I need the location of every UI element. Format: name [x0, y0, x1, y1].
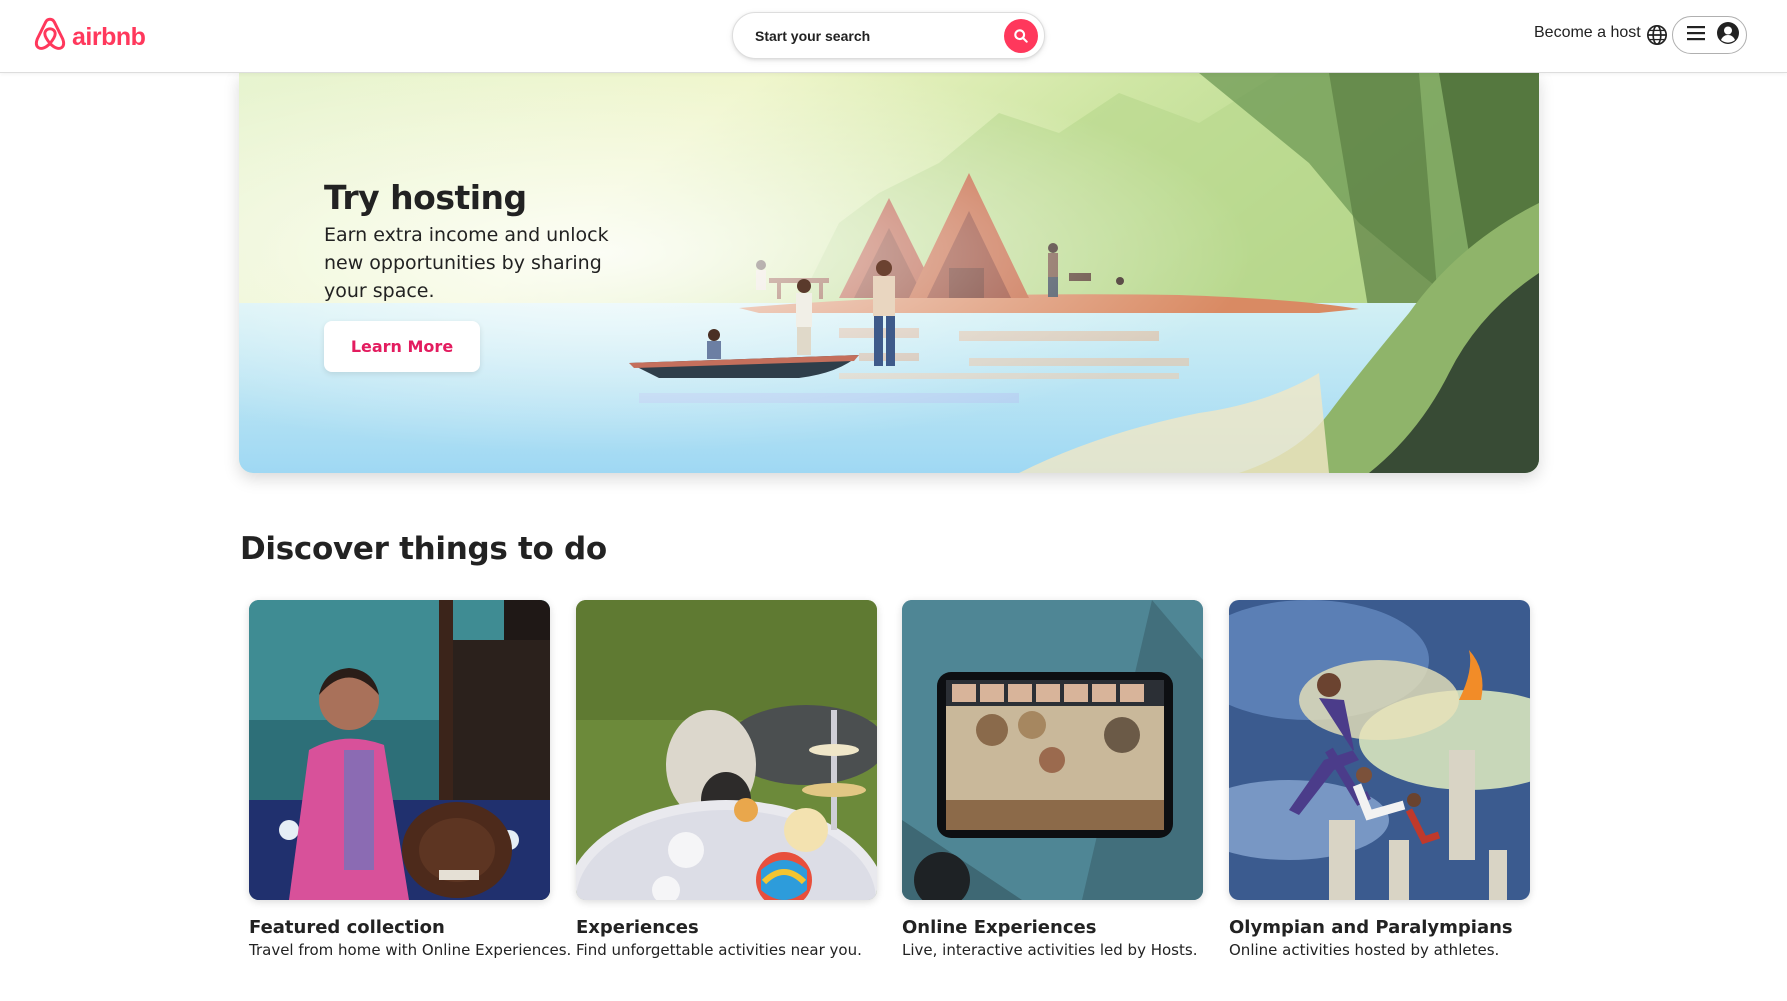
- language-button[interactable]: [1646, 24, 1668, 46]
- search-placeholder: Start your search: [755, 27, 871, 44]
- discover-section-title: Discover things to do: [240, 531, 607, 567]
- hosting-hero-banner: Try hosting Earn extra income and unlock…: [239, 73, 1539, 473]
- card-title: Online Experiences: [902, 917, 1097, 938]
- hero-subtitle: Earn extra income and unlock new opportu…: [324, 224, 609, 302]
- card-title: Experiences: [576, 917, 699, 938]
- hero-title: Try hosting: [324, 178, 527, 217]
- globe-icon: [1647, 25, 1667, 45]
- card-subtitle: Online activities hosted by athletes.: [1229, 941, 1500, 959]
- learn-more-button[interactable]: Learn More: [324, 321, 480, 372]
- card-experiences[interactable]: Experiences Find unforgettable activitie…: [576, 600, 877, 959]
- user-menu-button[interactable]: [1672, 16, 1747, 54]
- card-subtitle: Live, interactive activities led by Host…: [902, 941, 1198, 959]
- card-image: [1229, 600, 1530, 900]
- user-avatar-icon: [1716, 21, 1740, 49]
- card-image: [902, 600, 1203, 900]
- search-bar[interactable]: Start your search: [732, 12, 1045, 59]
- card-olympians-paralympians[interactable]: Olympian and Paralympians Online activit…: [1229, 600, 1530, 959]
- card-featured-collection[interactable]: Featured collection Travel from home wit…: [249, 600, 572, 959]
- hamburger-menu-icon: [1687, 25, 1705, 45]
- airbnb-logo[interactable]: airbnb: [32, 16, 146, 58]
- top-navigation-bar: airbnb Start your search Become a host: [0, 0, 1787, 73]
- become-a-host-link[interactable]: Become a host: [1534, 24, 1641, 42]
- card-subtitle: Travel from home with Online Experiences…: [249, 941, 572, 959]
- airbnb-logo-icon: [32, 16, 68, 58]
- search-button[interactable]: [1004, 19, 1038, 53]
- card-subtitle: Find unforgettable activities near you.: [576, 941, 862, 959]
- logo-wordmark: airbnb: [72, 22, 146, 51]
- card-title: Olympian and Paralympians: [1229, 917, 1513, 938]
- card-image: [576, 600, 877, 900]
- card-title: Featured collection: [249, 917, 445, 938]
- search-icon: [1014, 29, 1028, 43]
- card-online-experiences[interactable]: Online Experiences Live, interactive act…: [902, 600, 1203, 959]
- card-image: [249, 600, 550, 900]
